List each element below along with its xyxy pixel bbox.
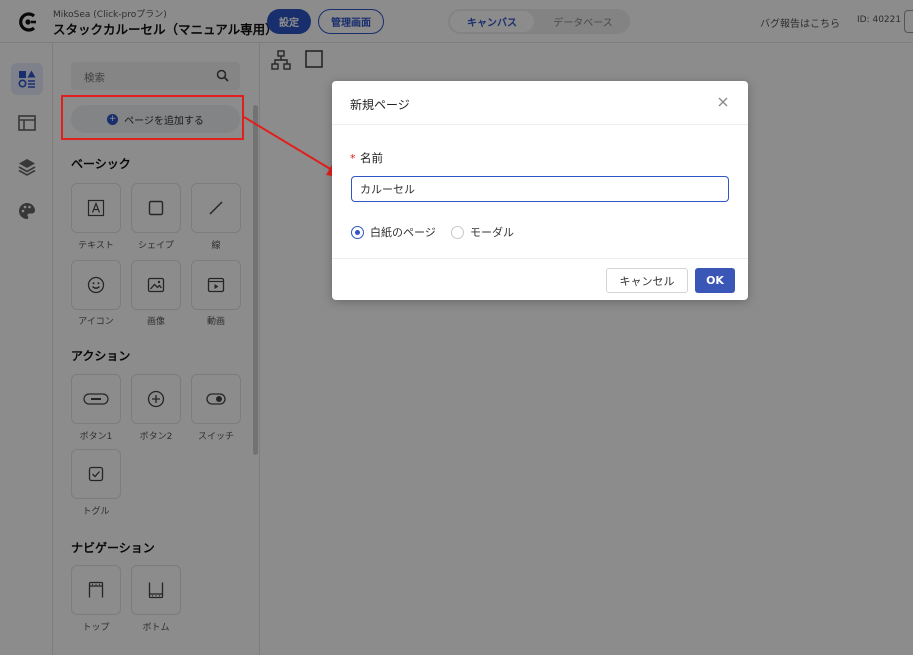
dialog-footer-divider [332,258,748,259]
radio-blank-page[interactable]: 白紙のページ [351,224,436,240]
ok-button[interactable]: OK [695,268,735,293]
dialog-title: 新規ページ [350,98,410,112]
name-field-label: 名前 [360,151,383,165]
dialog-header: 新規ページ [332,81,748,125]
page-name-input[interactable] [351,176,729,202]
radio-checked-indicator [351,225,364,239]
radio-modal[interactable]: モーダル [451,224,514,240]
new-page-dialog: 新規ページ * 名前 白紙のページ モーダル キャンセル OK [332,81,748,300]
radio-label: モーダル [470,226,514,239]
radio-label: 白紙のページ [370,226,436,239]
radio-unchecked-indicator [451,225,464,239]
required-mark: * [350,152,356,165]
cancel-button[interactable]: キャンセル [606,268,688,293]
close-icon[interactable] [716,95,730,109]
